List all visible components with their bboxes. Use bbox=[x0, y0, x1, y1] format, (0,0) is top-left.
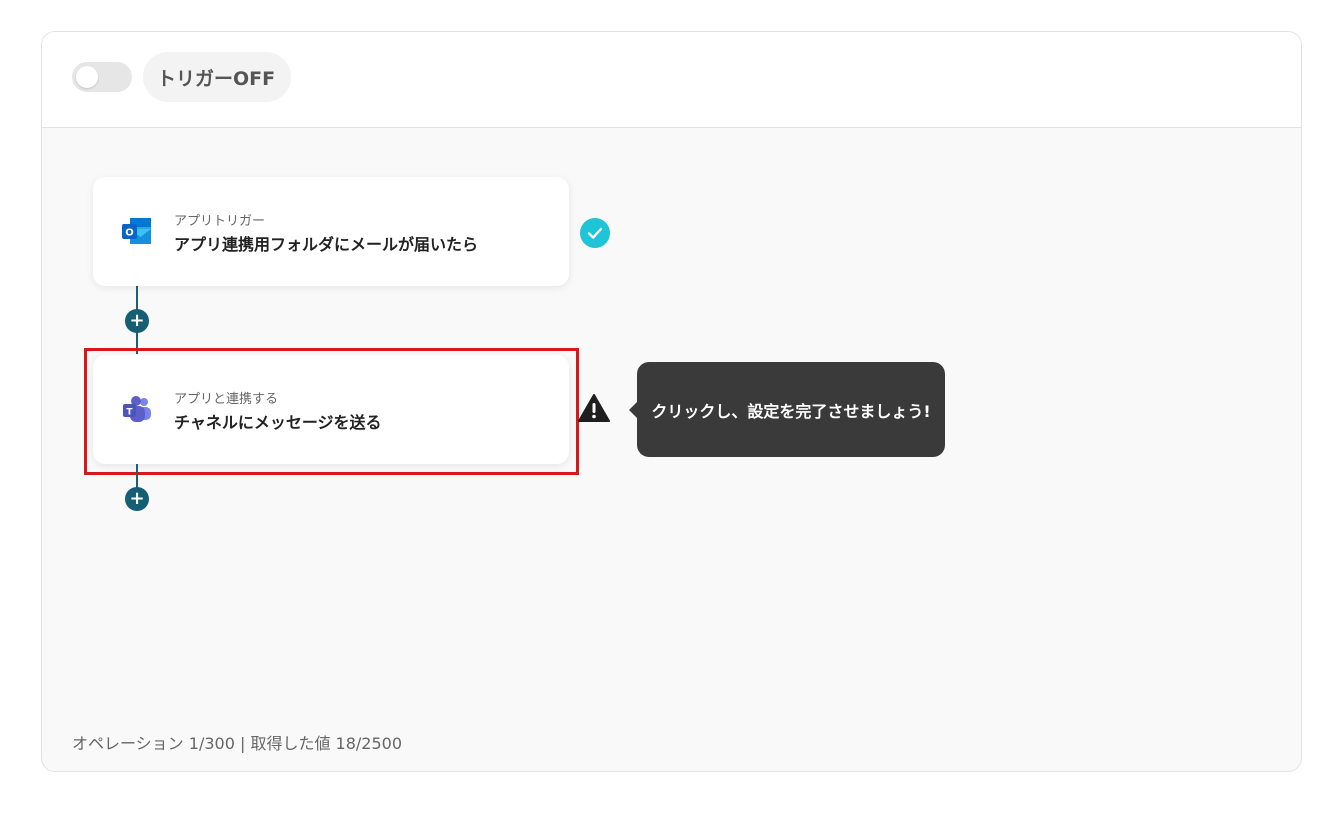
complete-check-icon bbox=[580, 218, 610, 248]
panel-header: トリガーOFF bbox=[42, 32, 1301, 128]
outlook-icon: O bbox=[122, 218, 151, 244]
warning-icon bbox=[578, 394, 610, 422]
add-step-button[interactable]: + bbox=[125, 309, 149, 333]
svg-text:T: T bbox=[126, 408, 133, 418]
svg-text:O: O bbox=[125, 228, 134, 239]
step-card-trigger[interactable]: O アプリトリガー アプリ連携用フォルダにメールが届いたら bbox=[93, 177, 569, 286]
step-type-label: アプリと連携する bbox=[174, 392, 279, 407]
toggle-knob bbox=[76, 66, 98, 88]
step-type-label: アプリトリガー bbox=[174, 214, 266, 229]
teams-icon: T bbox=[123, 396, 151, 422]
add-step-button[interactable]: + bbox=[125, 487, 149, 511]
trigger-toggle[interactable] bbox=[72, 62, 132, 92]
step-card-action[interactable]: T アプリと連携する チャネルにメッセージを送る bbox=[93, 355, 569, 464]
step-title: アプリ連携用フォルダにメールが届いたら bbox=[174, 235, 479, 254]
flow-connector bbox=[136, 464, 138, 488]
usage-footer: オペレーション 1/300 | 取得した値 18/2500 bbox=[72, 734, 402, 753]
step-title: チャネルにメッセージを送る bbox=[174, 413, 382, 432]
setup-tooltip: クリックし、設定を完了させましょう! bbox=[629, 362, 945, 457]
trigger-status-label: トリガーOFF bbox=[143, 52, 292, 102]
flow-panel: トリガーOFF O アプリトリガー アプリ連携用フォルダにメールが届いたら + bbox=[41, 31, 1302, 772]
